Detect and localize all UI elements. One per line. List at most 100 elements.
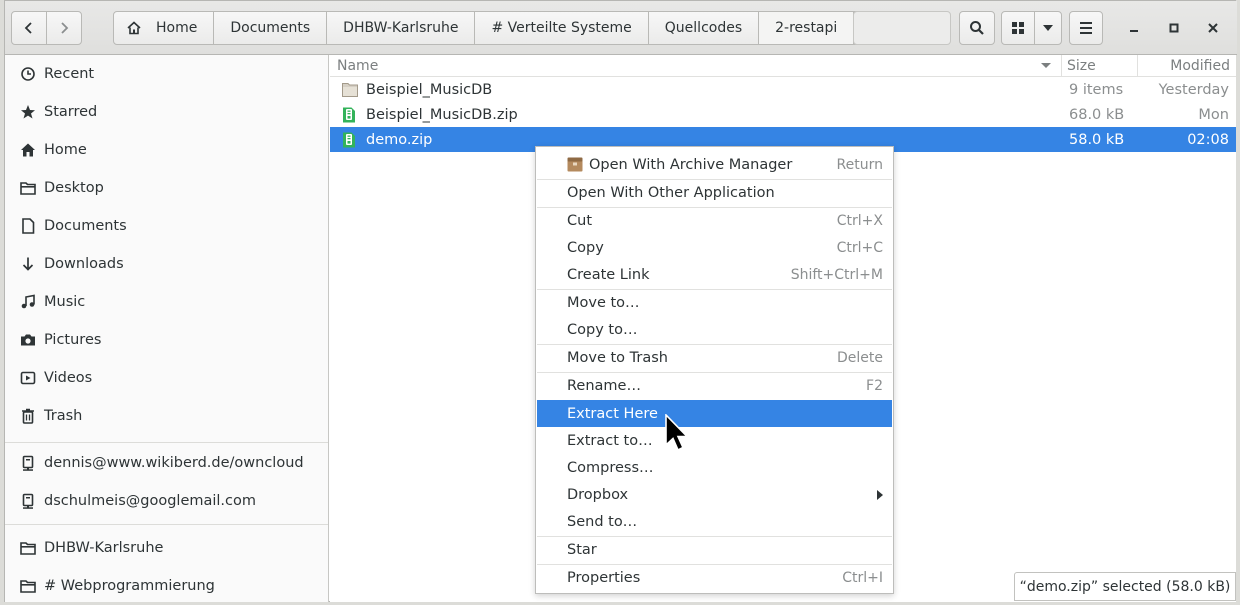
column-header-size[interactable]: Size	[1062, 55, 1138, 76]
sidebar-item-starred[interactable]: Starred	[5, 93, 328, 131]
close-icon	[1208, 23, 1218, 33]
menu-item-extract-here[interactable]: Extract Here	[537, 400, 892, 427]
sidebar-item-recent[interactable]: Recent	[5, 55, 328, 93]
menu-item-copy-to[interactable]: Copy to…	[537, 316, 892, 343]
column-header-label: Size	[1067, 57, 1096, 74]
forward-button[interactable]	[46, 11, 82, 45]
column-header-label: Name	[337, 57, 379, 74]
submenu-arrow-icon	[877, 489, 883, 500]
sidebar-divider	[5, 442, 328, 443]
breadcrumb: Home Documents DHBW-Karlsruhe # Verteilt…	[113, 11, 887, 45]
document-icon	[19, 218, 37, 234]
close-button[interactable]	[1200, 15, 1226, 41]
menu-item-cut[interactable]: Cut Ctrl+X	[537, 207, 892, 234]
file-row-beispiel-musicdb-zip[interactable]: Beispiel_MusicDB.zip 68.0 kB Mon	[330, 102, 1236, 127]
file-name: Beispiel_MusicDB	[366, 81, 493, 98]
menu-item-rename[interactable]: Rename… F2	[537, 372, 892, 399]
breadcrumb-documents[interactable]: Documents	[214, 11, 328, 45]
menu-item-star[interactable]: Star	[537, 536, 892, 563]
trash-icon	[19, 408, 37, 424]
menu-item-open-archive-manager[interactable]: Open With Archive Manager Return	[537, 151, 892, 178]
breadcrumb-dhbw[interactable]: DHBW-Karlsruhe	[327, 11, 476, 45]
video-icon	[19, 371, 37, 385]
breadcrumb-label: Documents	[230, 20, 311, 36]
archive-manager-icon	[567, 157, 583, 172]
sidebar-item-pictures[interactable]: Pictures	[5, 321, 328, 359]
column-header-modified[interactable]: Modified	[1138, 55, 1236, 76]
menu-item-label: Send to…	[567, 513, 638, 530]
sidebar-item-videos[interactable]: Videos	[5, 359, 328, 397]
zip-file-icon	[342, 132, 360, 148]
breadcrumb-2-restapi[interactable]: 2-restapi	[759, 11, 855, 45]
menu-item-properties[interactable]: Properties Ctrl+I	[537, 564, 892, 591]
file-row-beispiel-musicdb[interactable]: Beispiel_MusicDB 9 items Yesterday	[330, 77, 1236, 102]
breadcrumb-quellcodes[interactable]: Quellcodes	[648, 11, 760, 45]
main-menu-button[interactable]	[1069, 11, 1103, 45]
menu-item-label: Dropbox	[567, 486, 629, 503]
menu-item-extract-to[interactable]: Extract to…	[537, 427, 892, 454]
sidebar-item-home[interactable]: Home	[5, 131, 328, 169]
sidebar-item-label: Downloads	[44, 256, 124, 272]
file-modified: Yesterday	[1158, 81, 1229, 98]
grid-view-icon	[1012, 22, 1024, 34]
menu-item-label: Extract to…	[567, 432, 653, 449]
menu-item-label: Move to…	[567, 294, 640, 311]
sidebar-item-dhbw-karlsruhe[interactable]: DHBW-Karlsruhe	[5, 529, 328, 567]
hamburger-menu-icon	[1080, 22, 1092, 34]
sidebar-item-owncloud[interactable]: dennis@www.wikiberd.de/owncloud	[5, 444, 328, 482]
sidebar: Recent Starred Home Desktop Documents Do…	[5, 55, 329, 602]
folder-icon	[19, 181, 37, 195]
file-size: 68.0 kB	[1069, 106, 1125, 123]
menu-item-accelerator: Ctrl+X	[836, 212, 883, 229]
menu-item-label: Compress…	[567, 459, 654, 476]
menu-item-create-link[interactable]: Create Link Shift+Ctrl+M	[537, 261, 892, 288]
menu-item-accelerator: F2	[866, 377, 883, 394]
sidebar-item-downloads[interactable]: Downloads	[5, 245, 328, 283]
menu-item-open-other-app[interactable]: Open With Other Application	[537, 179, 892, 206]
sidebar-item-label: DHBW-Karlsruhe	[44, 540, 164, 556]
menu-item-move-to[interactable]: Move to…	[537, 289, 892, 316]
file-size: 58.0 kB	[1069, 131, 1125, 148]
menu-item-accelerator: Return	[836, 156, 883, 173]
music-icon	[19, 294, 37, 310]
sidebar-item-music[interactable]: Music	[5, 283, 328, 321]
menu-item-label: Open With Archive Manager	[589, 156, 793, 173]
sidebar-item-webprogrammierung[interactable]: # Webprogrammierung	[5, 567, 328, 605]
minimize-button[interactable]	[1121, 15, 1147, 41]
menu-item-send-to[interactable]: Send to…	[537, 508, 892, 535]
folder-icon	[342, 82, 360, 97]
pathbar-empty-area[interactable]	[853, 11, 951, 45]
menu-item-accelerator: Delete	[837, 349, 883, 366]
breadcrumb-home[interactable]: Home	[113, 11, 215, 45]
chevron-right-icon	[61, 22, 69, 34]
breadcrumb-label: 2-restapi	[775, 20, 838, 36]
zip-file-icon	[342, 107, 360, 123]
menu-item-label: Copy	[567, 239, 604, 256]
sidebar-item-label: dschulmeis@googlemail.com	[44, 493, 257, 509]
menu-item-label: Move to Trash	[567, 349, 668, 366]
camera-icon	[19, 333, 37, 347]
sidebar-item-documents[interactable]: Documents	[5, 207, 328, 245]
sidebar-item-label: # Webprogrammierung	[44, 578, 215, 594]
search-button[interactable]	[959, 11, 995, 45]
sidebar-item-googlemail[interactable]: dschulmeis@googlemail.com	[5, 482, 328, 520]
column-header-label: Modified	[1170, 57, 1230, 74]
header-bar: Home Documents DHBW-Karlsruhe # Verteilt…	[5, 1, 1237, 55]
status-text: “demo.zip” selected (58.0 kB)	[1019, 578, 1231, 595]
menu-item-copy[interactable]: Copy Ctrl+C	[537, 234, 892, 261]
menu-item-move-to-trash[interactable]: Move to Trash Delete	[537, 344, 892, 371]
view-mode-button[interactable]	[1001, 11, 1035, 45]
maximize-button[interactable]	[1161, 15, 1187, 41]
sidebar-item-trash[interactable]: Trash	[5, 397, 328, 435]
minimize-icon	[1130, 30, 1138, 32]
back-button[interactable]	[11, 11, 47, 45]
sidebar-item-label: Recent	[44, 66, 95, 82]
home-icon	[19, 142, 37, 158]
sidebar-item-desktop[interactable]: Desktop	[5, 169, 328, 207]
clock-icon	[19, 66, 37, 82]
column-header-name[interactable]: Name	[330, 55, 1062, 76]
breadcrumb-verteilte-systeme[interactable]: # Verteilte Systeme	[475, 11, 649, 45]
menu-item-dropbox[interactable]: Dropbox	[537, 481, 892, 508]
menu-item-compress[interactable]: Compress…	[537, 454, 892, 481]
view-options-dropdown[interactable]	[1034, 11, 1062, 45]
